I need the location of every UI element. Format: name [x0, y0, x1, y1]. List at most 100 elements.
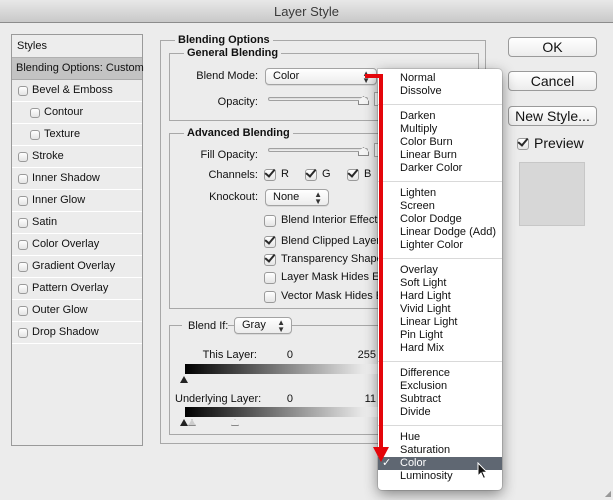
menu-item-darken[interactable]: Darken: [378, 110, 502, 123]
menu-item-saturation[interactable]: Saturation: [378, 444, 502, 457]
advanced-option-checkbox[interactable]: Layer Mask Hides Effec: [264, 271, 391, 284]
advanced-option-label: Blend Interior Effects a: [281, 214, 391, 226]
checkbox-icon: [264, 271, 276, 284]
styles-item-label: Contour: [44, 106, 84, 118]
menu-separator: [378, 258, 502, 259]
menu-item-label: Saturation: [400, 444, 451, 456]
select-arrows-icon: ▲▼: [277, 318, 285, 334]
styles-item-stroke[interactable]: Stroke: [12, 146, 142, 168]
checkbox-icon[interactable]: [18, 283, 28, 294]
checkbox-icon[interactable]: [30, 129, 40, 140]
advanced-option-checkbox[interactable]: Blend Clipped Layers a: [264, 235, 391, 248]
checkbox-icon[interactable]: [18, 173, 28, 184]
menu-item-linear-light[interactable]: Linear Light: [378, 316, 502, 329]
new-style-button[interactable]: New Style...: [508, 106, 597, 126]
ok-button[interactable]: OK: [508, 37, 597, 57]
menu-item-vivid-light[interactable]: Vivid Light: [378, 303, 502, 316]
menu-item-normal[interactable]: Normal: [378, 72, 502, 85]
cancel-button[interactable]: Cancel: [508, 71, 597, 91]
menu-item-label: Normal: [400, 72, 436, 84]
checkbox-icon[interactable]: [18, 261, 28, 272]
menu-item-label: Linear Light: [400, 316, 458, 328]
menu-item-screen[interactable]: Screen: [378, 200, 502, 213]
checkbox-icon[interactable]: [18, 217, 28, 228]
menu-separator: [378, 361, 502, 362]
advanced-option-checkbox[interactable]: Transparency Shapes L: [264, 253, 391, 266]
channels-label: Channels:: [208, 169, 258, 181]
blend-if-value: Gray: [242, 319, 266, 331]
menu-item-hard-light[interactable]: Hard Light: [378, 290, 502, 303]
menu-item-lighter-color[interactable]: Lighter Color: [378, 239, 502, 252]
styles-item-color-overlay[interactable]: Color Overlay: [12, 234, 142, 256]
styles-item-contour[interactable]: Contour: [12, 102, 142, 124]
menu-item-lighten[interactable]: Lighten: [378, 187, 502, 200]
styles-panel: Styles Blending Options: Custom Bevel & E…: [11, 34, 144, 446]
blend-mode-select[interactable]: Color ▲▼: [265, 68, 377, 85]
styles-item-texture[interactable]: Texture: [12, 124, 142, 146]
styles-item-inner-glow[interactable]: Inner Glow: [12, 190, 142, 212]
knockout-select[interactable]: None ▲ ▼: [265, 189, 329, 206]
menu-item-label: Subtract: [400, 393, 441, 405]
advanced-option-checkbox[interactable]: Vector Mask Hides Effe: [264, 290, 391, 303]
resize-grip-icon[interactable]: ◢: [605, 489, 611, 498]
underlying-layer-high-value: 11: [364, 393, 376, 405]
channel-b-label: B: [364, 168, 372, 180]
menu-item-label: Hard Mix: [400, 342, 445, 354]
checkbox-icon: [264, 290, 276, 303]
styles-item-label: Drop Shadow: [32, 326, 99, 338]
menu-item-hard-mix[interactable]: Hard Mix: [378, 342, 502, 355]
blend-mode-value: Color: [273, 70, 300, 82]
select-arrows-icon: ▲▼: [314, 190, 322, 206]
styles-item-pattern-overlay[interactable]: Pattern Overlay: [12, 278, 142, 300]
menu-item-label: Linear Burn: [400, 149, 457, 161]
styles-item-label: Inner Shadow: [32, 172, 100, 184]
styles-item-gradient-overlay[interactable]: Gradient Overlay: [12, 256, 142, 278]
styles-item-outer-glow[interactable]: Outer Glow: [12, 300, 142, 322]
styles-item-drop-shadow[interactable]: Drop Shadow: [12, 322, 142, 344]
styles-item-label: Texture: [44, 128, 81, 140]
advanced-option-checkbox[interactable]: Blend Interior Effects a: [264, 214, 391, 227]
fill-opacity-slider[interactable]: [268, 148, 368, 152]
menu-item-multiply[interactable]: Multiply: [378, 123, 502, 136]
menu-item-pin-light[interactable]: Pin Light: [378, 329, 502, 342]
styles-header[interactable]: Styles: [12, 35, 142, 58]
menu-item-label: Darker Color: [400, 162, 463, 174]
menu-item-hue[interactable]: Hue: [378, 431, 502, 444]
menu-item-divide[interactable]: Divide: [378, 406, 502, 419]
checkbox-icon[interactable]: [18, 195, 28, 206]
menu-item-linear-burn[interactable]: Linear Burn: [378, 149, 502, 162]
menu-item-color-burn[interactable]: Color Burn: [378, 136, 502, 149]
checkbox-icon[interactable]: [18, 239, 28, 250]
checkbox-icon[interactable]: [18, 85, 28, 96]
channel-b-checkbox[interactable]: B: [347, 168, 371, 181]
menu-item-color-dodge[interactable]: Color Dodge: [378, 213, 502, 226]
this-layer-low-value: 0: [286, 349, 293, 361]
styles-item-blending-options-custom[interactable]: Blending Options: Custom: [12, 58, 144, 80]
styles-item-label: Pattern Overlay: [32, 282, 109, 294]
preview-checkbox[interactable]: Preview: [517, 135, 584, 151]
menu-item-darker-color[interactable]: Darker Color: [378, 162, 502, 175]
styles-item-inner-shadow[interactable]: Inner Shadow: [12, 168, 142, 190]
menu-item-linear-dodge-add[interactable]: Linear Dodge (Add): [378, 226, 502, 239]
menu-item-label: Lighten: [400, 187, 437, 199]
advanced-option-label: Transparency Shapes L: [281, 253, 391, 265]
styles-item-bevel-emboss[interactable]: Bevel & Emboss: [12, 80, 142, 102]
menu-item-subtract[interactable]: Subtract: [378, 393, 502, 406]
checkbox-icon[interactable]: [18, 151, 28, 162]
channel-g-checkbox[interactable]: G: [305, 168, 331, 181]
menu-item-soft-light[interactable]: Soft Light: [378, 277, 502, 290]
channel-g-label: G: [322, 168, 331, 180]
opacity-slider[interactable]: [268, 97, 368, 101]
menu-item-exclusion[interactable]: Exclusion: [378, 380, 502, 393]
checkbox-icon[interactable]: [18, 305, 28, 316]
checkbox-icon[interactable]: [30, 107, 40, 118]
menu-item-dissolve[interactable]: Dissolve: [378, 85, 502, 98]
channel-r-checkbox[interactable]: R: [264, 168, 289, 181]
preview-label: Preview: [534, 135, 584, 151]
menu-item-difference[interactable]: Difference: [378, 367, 502, 380]
checkbox-icon[interactable]: [18, 327, 28, 338]
menu-item-overlay[interactable]: Overlay: [378, 264, 502, 277]
menu-item-label: Dissolve: [400, 85, 442, 97]
blend-if-select[interactable]: Gray ▲ ▼: [234, 317, 292, 334]
styles-item-satin[interactable]: Satin: [12, 212, 142, 234]
